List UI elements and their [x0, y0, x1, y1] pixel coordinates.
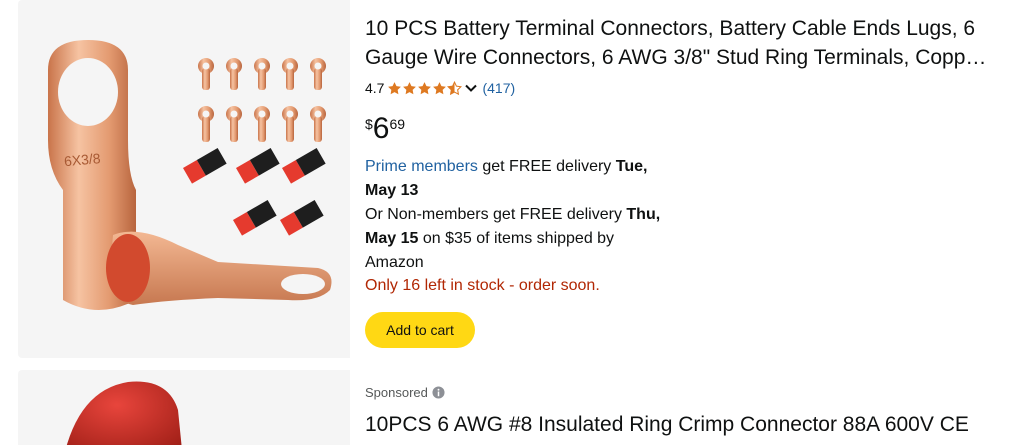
delivery-text: get FREE delivery [477, 158, 616, 175]
nonmember-delivery-date: Thu, [626, 206, 661, 223]
rating-row: 4.7 (417) [365, 80, 515, 96]
price-whole: 6 [372, 112, 390, 145]
delivery-threshold: on $35 of items shipped by [418, 230, 615, 247]
prime-delivery-date: May 13 [365, 182, 419, 199]
sponsored-label[interactable]: Sponsored [365, 385, 445, 400]
delivery-shipper: Amazon [365, 254, 424, 271]
search-result-card: 6X3/8 10 PCS Battery Terminal Connectors… [18, 0, 1024, 358]
product-image[interactable]: 6X3/8 [18, 0, 350, 358]
review-count-link[interactable]: (417) [482, 80, 515, 96]
star-full-icon [433, 81, 447, 94]
price-symbol: $ [365, 116, 373, 132]
star-full-icon [388, 81, 402, 94]
product-title-link[interactable]: 10PCS 6 AWG #8 Insulated Ring Crimp Conn… [365, 410, 1024, 439]
prime-delivery-date: Tue, [615, 158, 648, 175]
delivery-text: Or Non-members get FREE delivery [365, 206, 627, 223]
prime-members-link[interactable]: Prime members [365, 158, 478, 175]
product-title-link[interactable]: 10 PCS Battery Terminal Connectors, Batt… [365, 14, 1024, 72]
search-result-card: Sponsored 10PCS 6 AWG #8 Insulated Ring … [18, 370, 1024, 445]
product-title-line: 10 PCS Battery Terminal Connectors, Batt… [365, 17, 976, 40]
price-fraction: 69 [389, 116, 406, 132]
sponsored-text: Sponsored [365, 385, 428, 400]
price[interactable]: $ 6 69 [365, 112, 405, 146]
add-to-cart-button[interactable]: Add to cart [365, 312, 475, 348]
svg-text:6X3/8: 6X3/8 [63, 150, 101, 169]
red-insulated-connector-image [66, 381, 182, 445]
rating-value: 4.7 [365, 80, 385, 96]
product-title-line: Gauge Wire Connectors, 6 AWG 3/8" Stud R… [365, 46, 987, 69]
product-image[interactable] [18, 370, 350, 445]
stock-warning: Only 16 left in stock - order soon. [365, 277, 600, 294]
star-full-icon [418, 81, 432, 94]
star-rating[interactable] [387, 80, 463, 96]
nonmember-delivery-date: May 15 [365, 230, 419, 247]
chevron-down-icon[interactable] [464, 81, 478, 95]
star-full-icon [403, 81, 417, 94]
info-icon [432, 386, 445, 399]
delivery-info: Prime members get FREE delivery Tue, May… [365, 155, 705, 275]
copper-ring-terminal-image: 6X3/8 [48, 40, 332, 310]
star-half-icon [447, 80, 463, 95]
